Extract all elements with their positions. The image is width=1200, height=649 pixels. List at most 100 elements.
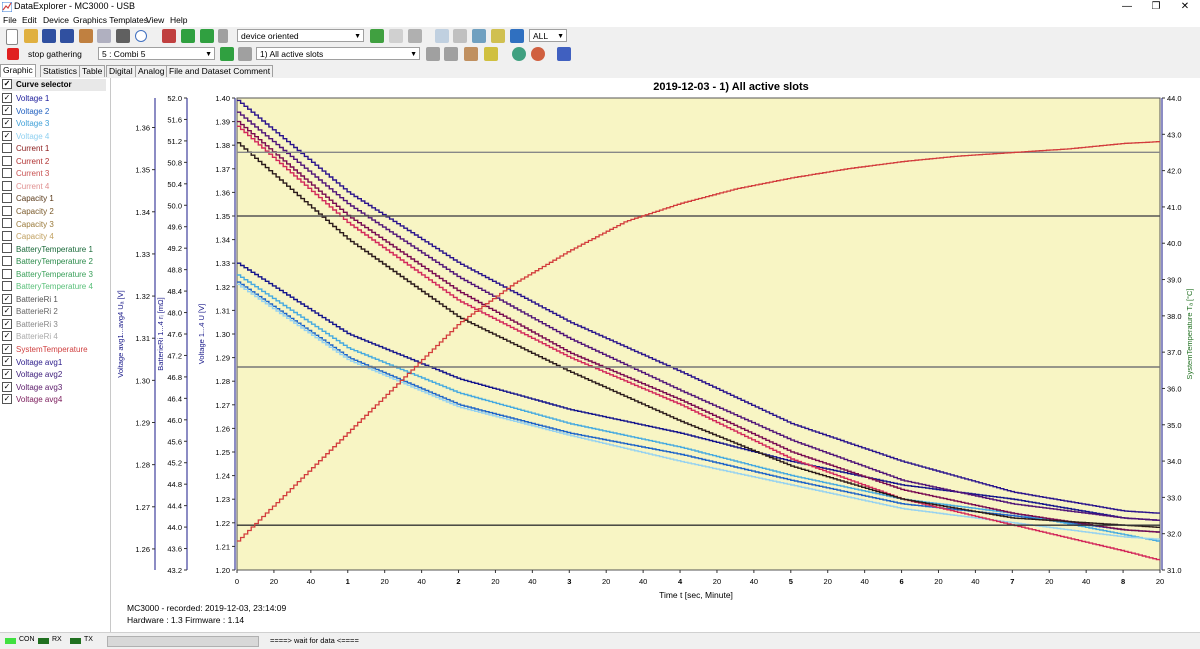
menu-graphics-templates[interactable]: Graphics Templates bbox=[73, 15, 148, 25]
curve-item[interactable]: ✓ Voltage 3 bbox=[2, 117, 49, 130]
checkbox[interactable] bbox=[2, 218, 12, 229]
tab-digital[interactable]: Digital bbox=[106, 65, 136, 77]
record-right-icon[interactable] bbox=[444, 47, 458, 61]
checkbox[interactable] bbox=[2, 205, 12, 216]
curve-item[interactable]: Current 3 bbox=[2, 168, 49, 180]
curve-item[interactable]: ✓ Voltage 1 bbox=[2, 92, 49, 105]
tab-file-comment[interactable]: File and Dataset Comment bbox=[166, 65, 274, 77]
tab-analog[interactable]: Analog bbox=[135, 65, 168, 77]
curve-item[interactable]: BatteryTemperature 4 bbox=[2, 281, 93, 293]
new-file-icon[interactable] bbox=[6, 29, 18, 45]
zoom-icon[interactable] bbox=[435, 29, 449, 43]
checkbox[interactable]: ✓ bbox=[2, 394, 12, 405]
channel-select[interactable]: 5 : Combi 5 ▼ bbox=[98, 47, 215, 60]
arrow-right-icon[interactable] bbox=[200, 29, 214, 43]
checkbox[interactable]: ✓ bbox=[2, 306, 12, 317]
checkbox[interactable] bbox=[2, 143, 12, 154]
help-icon[interactable] bbox=[557, 47, 571, 61]
record-left-icon[interactable] bbox=[426, 47, 440, 61]
print-icon[interactable] bbox=[116, 29, 130, 43]
record-select[interactable]: 1) All active slots ▼ bbox=[256, 47, 420, 60]
edit-icon[interactable] bbox=[389, 29, 403, 43]
save-icon[interactable] bbox=[42, 29, 56, 43]
checkbox[interactable] bbox=[2, 230, 12, 241]
minimize-button[interactable]: — bbox=[1112, 0, 1142, 14]
checkbox[interactable]: ✓ bbox=[2, 331, 12, 342]
checkbox[interactable]: ✓ bbox=[2, 78, 12, 89]
curve-item[interactable]: ✓ Voltage avg1 bbox=[2, 356, 62, 369]
curve-item[interactable]: BatteryTemperature 3 bbox=[2, 268, 93, 281]
curve-item[interactable]: ✓ Voltage 2 bbox=[2, 105, 49, 118]
globe-icon[interactable] bbox=[512, 47, 526, 61]
checkbox[interactable] bbox=[2, 193, 12, 204]
tab-table[interactable]: Table bbox=[79, 65, 106, 77]
curve-item[interactable]: Capacity 2 bbox=[2, 205, 54, 218]
edit-record-icon[interactable] bbox=[484, 47, 498, 61]
menu-file[interactable]: File bbox=[3, 15, 17, 25]
checkbox[interactable] bbox=[2, 256, 12, 267]
import-icon[interactable] bbox=[79, 29, 93, 43]
checkbox[interactable] bbox=[2, 168, 12, 179]
curve-item[interactable]: Current 1 bbox=[2, 143, 49, 155]
clock-icon[interactable] bbox=[135, 30, 147, 42]
open-folder-icon[interactable] bbox=[24, 29, 38, 43]
save-as-icon[interactable] bbox=[60, 29, 74, 43]
measure-icon[interactable] bbox=[491, 29, 505, 43]
menu-view[interactable]: View bbox=[146, 15, 164, 25]
checkbox[interactable] bbox=[2, 268, 12, 279]
pan-icon[interactable] bbox=[453, 29, 467, 43]
checkbox[interactable] bbox=[2, 281, 12, 292]
curve-item[interactable]: ✓ SystemTemperature bbox=[2, 343, 88, 356]
checkbox[interactable]: ✓ bbox=[2, 343, 12, 354]
tab-statistics[interactable]: Statistics bbox=[40, 65, 81, 77]
stop-gathering-label[interactable]: stop gathering bbox=[28, 49, 82, 59]
curve-item[interactable]: ✓ BatterieRi 3 bbox=[2, 318, 58, 331]
curve-item[interactable]: Current 2 bbox=[2, 155, 49, 168]
curve-item[interactable]: ✓ Voltage 4 bbox=[2, 130, 49, 143]
checkbox[interactable]: ✓ bbox=[2, 356, 12, 367]
curve-item[interactable]: Capacity 1 bbox=[2, 193, 54, 205]
close-button[interactable]: ✕ bbox=[1170, 0, 1200, 14]
checkbox[interactable]: ✓ bbox=[2, 92, 12, 103]
tools-icon[interactable] bbox=[218, 29, 228, 43]
export-icon[interactable] bbox=[408, 29, 422, 43]
curve-item[interactable]: ✓ BatterieRi 2 bbox=[2, 306, 58, 318]
curve-item[interactable]: Capacity 4 bbox=[2, 230, 54, 243]
fit-icon[interactable] bbox=[510, 29, 524, 43]
prev-record-icon[interactable] bbox=[220, 47, 234, 61]
checkbox[interactable]: ✓ bbox=[2, 368, 12, 379]
view-mode-select[interactable]: device oriented ▼ bbox=[237, 29, 364, 42]
curve-item[interactable]: Capacity 3 bbox=[2, 218, 54, 231]
checkbox[interactable]: ✓ bbox=[2, 381, 12, 392]
curve-item[interactable]: ✓ BatterieRi 1 bbox=[2, 293, 58, 306]
checkbox[interactable]: ✓ bbox=[2, 293, 12, 304]
delete-icon[interactable] bbox=[464, 47, 478, 61]
checkbox[interactable] bbox=[2, 180, 12, 191]
curve-item[interactable]: Current 4 bbox=[2, 180, 49, 193]
settings-icon[interactable] bbox=[531, 47, 545, 61]
curve-item[interactable]: ✓ Voltage avg2 bbox=[2, 368, 62, 381]
curve-item[interactable]: BatteryTemperature 2 bbox=[2, 256, 93, 268]
checkbox[interactable]: ✓ bbox=[2, 105, 12, 116]
settings-check-icon[interactable] bbox=[162, 29, 176, 43]
checkbox[interactable]: ✓ bbox=[2, 130, 12, 141]
menu-edit[interactable]: Edit bbox=[22, 15, 37, 25]
curve-item[interactable]: ✓ BatterieRi 4 bbox=[2, 331, 58, 343]
scope-select[interactable]: ALL ▼ bbox=[529, 29, 567, 42]
checkbox[interactable]: ✓ bbox=[2, 318, 12, 329]
copy-icon[interactable] bbox=[97, 29, 111, 43]
curve-item[interactable]: ✓ Voltage avg3 bbox=[2, 381, 62, 394]
tab-graphic[interactable]: Graphic bbox=[0, 64, 36, 77]
curve-item[interactable]: BatteryTemperature 1 bbox=[2, 243, 93, 256]
stop-icon[interactable] bbox=[7, 48, 19, 60]
arrow-left-icon[interactable] bbox=[181, 29, 195, 43]
curve-selector-header[interactable]: ✓ Curve selector bbox=[2, 78, 106, 91]
refresh-icon[interactable] bbox=[370, 29, 384, 43]
menu-help[interactable]: Help bbox=[170, 15, 187, 25]
cut-icon[interactable] bbox=[472, 29, 486, 43]
curve-item[interactable]: ✓ Voltage avg4 bbox=[2, 394, 62, 406]
checkbox[interactable] bbox=[2, 155, 12, 166]
checkbox[interactable]: ✓ bbox=[2, 117, 12, 128]
maximize-button[interactable]: ❐ bbox=[1141, 0, 1171, 14]
next-record-icon[interactable] bbox=[238, 47, 252, 61]
